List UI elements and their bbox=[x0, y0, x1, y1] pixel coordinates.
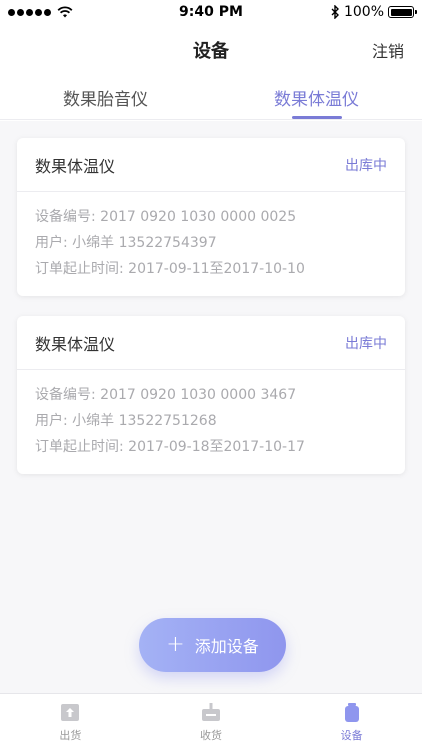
battery-percent: 100% bbox=[343, 4, 384, 20]
device-serial: 设备编号: 2017 0920 1030 0000 0025 bbox=[35, 209, 297, 225]
status-badge: 出库中 bbox=[345, 157, 387, 174]
tabbar-label: 设备 bbox=[340, 729, 363, 742]
device-tabs: 数果胎音仪 数果体温仪 bbox=[0, 76, 422, 120]
tab-label: 数果体温仪 bbox=[274, 90, 359, 110]
card-header: 数果体温仪 出库中 bbox=[17, 316, 405, 370]
bluetooth-icon bbox=[331, 5, 339, 19]
receive-icon bbox=[202, 703, 220, 721]
order-period: 订单起止时间: 2017-09-18至2017-10-17 bbox=[35, 439, 305, 455]
status-right: 100% bbox=[331, 4, 417, 20]
card-body: 设备编号: 2017 0920 1030 0000 0025 用户: 小绵羊 1… bbox=[17, 192, 405, 296]
tabbar-item-receive[interactable]: 收货 bbox=[141, 694, 282, 750]
tabbar-label: 出货 bbox=[59, 729, 82, 742]
device-user: 用户: 小绵羊 13522754397 bbox=[35, 235, 217, 251]
signal-icon bbox=[8, 8, 51, 16]
device-name: 数果体温仪 bbox=[35, 334, 116, 354]
device-name: 数果体温仪 bbox=[35, 156, 116, 176]
order-period: 订单起止时间: 2017-09-11至2017-10-10 bbox=[35, 261, 305, 277]
device-list: 数果体温仪 出库中 设备编号: 2017 0920 1030 0000 0025… bbox=[0, 121, 422, 693]
add-device-label: 添加设备 bbox=[194, 637, 259, 656]
status-bar: 9:40 PM 100% bbox=[0, 0, 422, 24]
tabbar-label: 收货 bbox=[200, 729, 222, 742]
device-card[interactable]: 数果体温仪 出库中 设备编号: 2017 0920 1030 0000 0025… bbox=[17, 138, 405, 296]
device-icon bbox=[344, 703, 359, 722]
ship-out-icon bbox=[61, 704, 80, 721]
tabbar-item-device[interactable]: 设备 bbox=[281, 694, 422, 750]
tab-label: 数果胎音仪 bbox=[63, 90, 148, 110]
battery-icon bbox=[388, 6, 417, 18]
add-device-button[interactable]: + 添加设备 bbox=[139, 618, 286, 672]
device-card[interactable]: 数果体温仪 出库中 设备编号: 2017 0920 1030 0000 3467… bbox=[17, 316, 405, 474]
page-title: 设备 bbox=[193, 41, 229, 62]
tab-thermometer[interactable]: 数果体温仪 bbox=[211, 76, 422, 119]
card-header: 数果体温仪 出库中 bbox=[17, 138, 405, 192]
tab-fetal-doppler[interactable]: 数果胎音仪 bbox=[0, 76, 211, 119]
logout-button[interactable]: 注销 bbox=[372, 38, 404, 62]
card-body: 设备编号: 2017 0920 1030 0000 3467 用户: 小绵羊 1… bbox=[17, 370, 405, 474]
device-serial: 设备编号: 2017 0920 1030 0000 3467 bbox=[35, 387, 297, 403]
plus-icon: + bbox=[166, 632, 185, 657]
wifi-icon bbox=[57, 6, 73, 18]
nav-bar: 设备 注销 bbox=[0, 24, 422, 76]
device-user: 用户: 小绵羊 13522751268 bbox=[35, 413, 217, 429]
status-badge: 出库中 bbox=[345, 335, 387, 352]
status-left bbox=[8, 6, 73, 18]
tab-active-indicator bbox=[291, 116, 342, 119]
tabbar-item-ship-out[interactable]: 出货 bbox=[0, 694, 141, 750]
bottom-tab-bar: 出货 收货 设备 bbox=[0, 693, 422, 750]
